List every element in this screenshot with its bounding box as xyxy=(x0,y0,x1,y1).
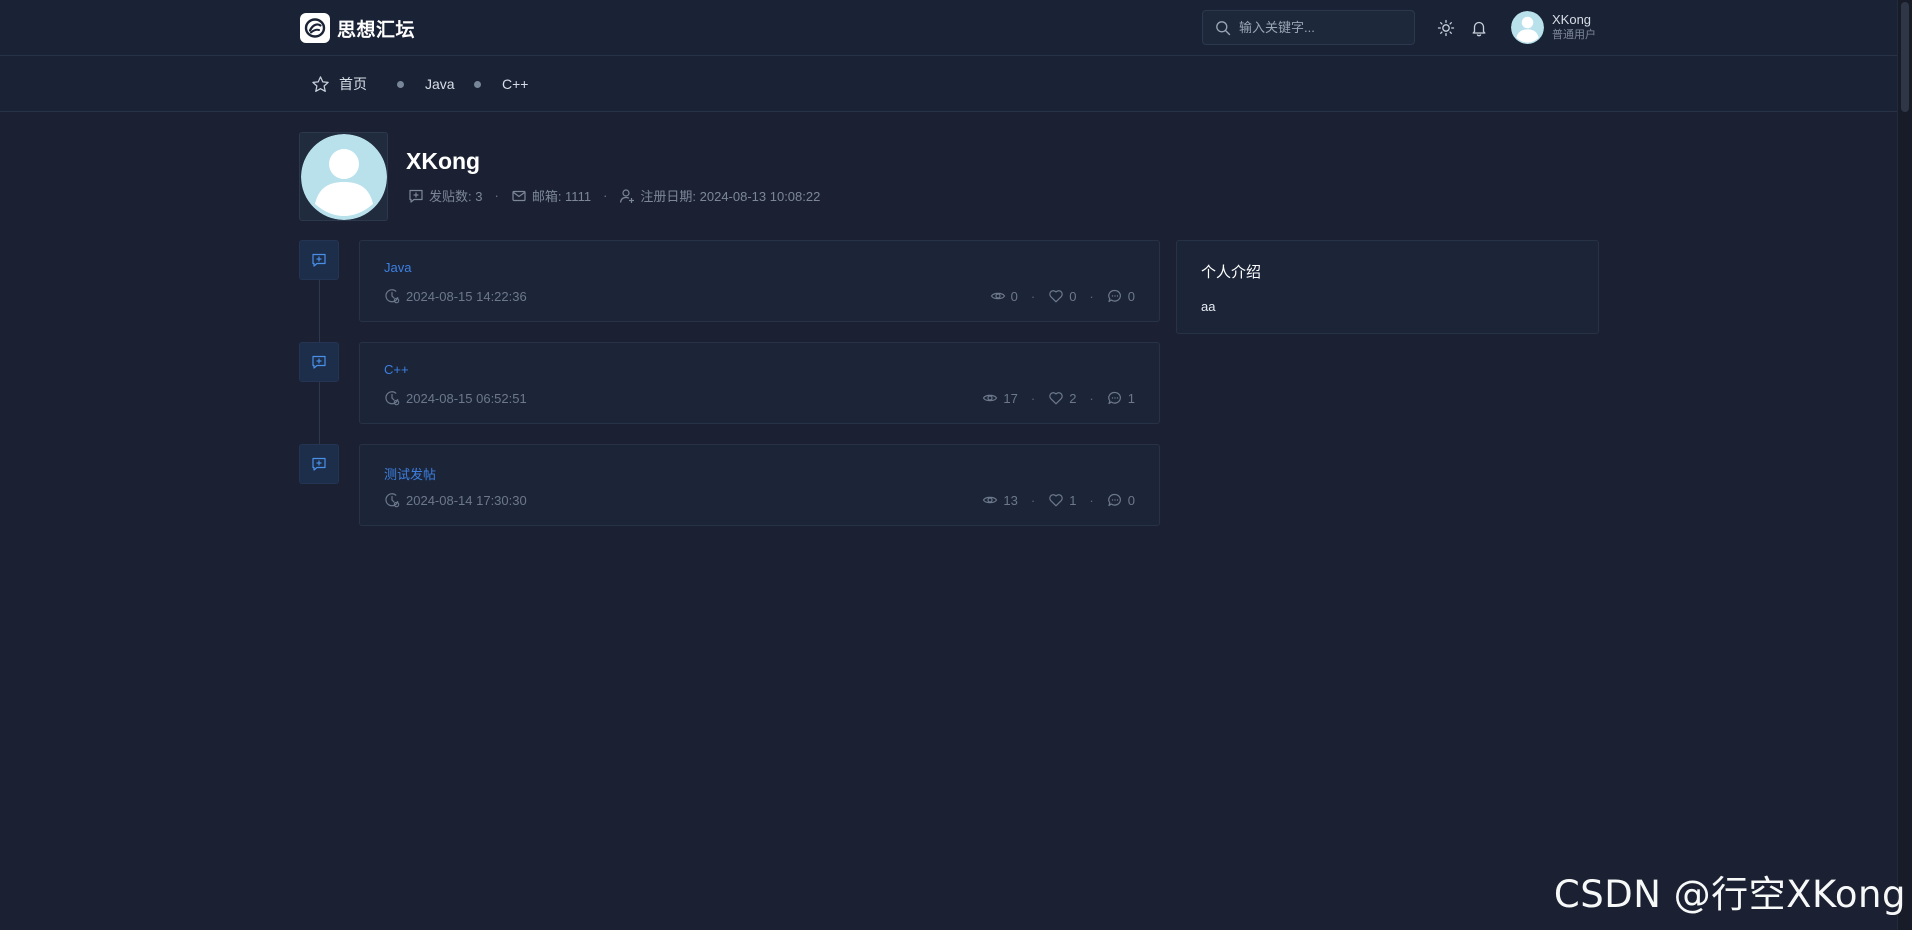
post-card[interactable]: C++ 2024-08-15 06:52:51 17 · 2 · 1 xyxy=(359,342,1160,424)
comments: 0 xyxy=(1107,288,1135,304)
theme-toggle-sun-icon[interactable] xyxy=(1436,18,1456,38)
post-card[interactable]: 测试发帖 2024-08-14 17:30:30 13 · 1 · 0 xyxy=(359,444,1160,526)
about-title: 个人介绍 xyxy=(1201,264,1262,281)
views: 17 xyxy=(982,390,1018,406)
scrollbar-thumb[interactable] xyxy=(1901,2,1909,112)
clock-icon xyxy=(384,492,400,508)
timeline-message-icon xyxy=(299,342,339,382)
views: 0 xyxy=(990,288,1018,304)
eye-icon xyxy=(982,390,998,406)
search-input[interactable] xyxy=(1239,20,1399,35)
dot-icon xyxy=(397,80,404,88)
comments: 0 xyxy=(1107,492,1135,508)
category-nav: 首页 Java C++ xyxy=(0,56,1897,112)
timeline-message-icon xyxy=(299,240,339,280)
logo-text: 思想汇坛 xyxy=(337,19,416,41)
post-date: 2024-08-15 14:22:36 xyxy=(384,288,527,304)
comment-icon xyxy=(1107,390,1123,406)
post-date: 2024-08-15 06:52:51 xyxy=(384,390,527,406)
dot-icon xyxy=(474,80,481,88)
comment-icon xyxy=(1107,288,1123,304)
comment-icon xyxy=(1107,492,1123,508)
likes[interactable]: 2 xyxy=(1048,390,1076,406)
timeline-message-icon xyxy=(299,444,339,484)
clock-icon xyxy=(384,288,400,304)
about-text: aa xyxy=(1201,299,1216,314)
post-title[interactable]: C++ xyxy=(384,362,409,377)
views: 13 xyxy=(982,492,1018,508)
eye-icon xyxy=(982,492,998,508)
mail-icon xyxy=(511,188,527,204)
site-logo[interactable]: 思想汇坛 xyxy=(300,13,415,43)
user-name: XKong xyxy=(1552,12,1592,27)
likes[interactable]: 0 xyxy=(1048,288,1076,304)
clock-icon xyxy=(384,390,400,406)
comments: 1 xyxy=(1107,390,1135,406)
user-menu[interactable]: XKong 普通用户 xyxy=(1511,11,1596,44)
user-role: 普通用户 xyxy=(1552,29,1596,41)
nav-label-java: Java xyxy=(425,76,455,92)
nav-item-cpp[interactable]: C++ xyxy=(474,74,528,94)
profile-meta: 发贴数: 3 · 邮箱: 1111 · 注册日期: 2024-08-13 10:… xyxy=(408,186,820,205)
register-date: 注册日期: 2024-08-13 10:08:22 xyxy=(619,186,820,205)
heart-icon xyxy=(1048,390,1064,406)
nav-item-home[interactable]: 首页 xyxy=(311,74,367,94)
logo-icon xyxy=(300,13,330,43)
post-stats: 17 · 2 · 1 xyxy=(982,390,1135,406)
message-plus-icon xyxy=(408,188,424,204)
user-add-icon xyxy=(619,188,635,204)
notification-bell-icon[interactable] xyxy=(1469,18,1489,38)
watermark: CSDN @行空XKong xyxy=(1553,873,1906,916)
scrollbar[interactable] xyxy=(1897,0,1912,930)
search-icon xyxy=(1215,20,1231,36)
nav-label-home: 首页 xyxy=(339,76,367,92)
heart-icon xyxy=(1048,288,1064,304)
post-title[interactable]: 测试发帖 xyxy=(384,464,436,483)
about-card: 个人介绍 aa xyxy=(1176,240,1599,334)
top-header: 思想汇坛 输入关键字... XKong 普通用户 xyxy=(0,0,1897,56)
profile-name: XKong xyxy=(406,148,481,174)
nav-label-cpp: C++ xyxy=(502,76,529,92)
post-card[interactable]: Java 2024-08-15 14:22:36 0 · 0 · 0 xyxy=(359,240,1160,322)
nav-item-java[interactable]: Java xyxy=(397,74,455,94)
post-stats: 0 · 0 · 0 xyxy=(990,288,1135,304)
post-stats: 13 · 1 · 0 xyxy=(982,492,1135,508)
likes[interactable]: 1 xyxy=(1048,492,1076,508)
star-icon xyxy=(311,75,330,94)
post-title[interactable]: Java xyxy=(384,260,411,275)
avatar xyxy=(300,133,387,220)
email: 邮箱: 1111 xyxy=(511,186,591,205)
profile-avatar xyxy=(299,132,388,221)
eye-icon xyxy=(990,288,1006,304)
search-box[interactable] xyxy=(1202,10,1415,45)
heart-icon xyxy=(1048,492,1064,508)
post-date: 2024-08-14 17:30:30 xyxy=(384,492,527,508)
post-count: 发贴数: 3 xyxy=(408,186,482,205)
avatar xyxy=(1511,11,1544,44)
